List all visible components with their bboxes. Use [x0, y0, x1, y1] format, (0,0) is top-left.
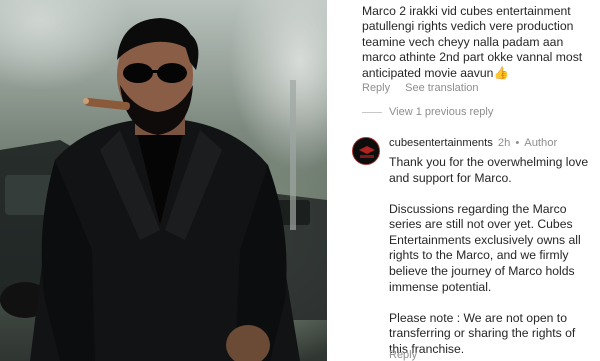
top-comment-text: Marco 2 irakki vid cubes entertainment p… — [362, 4, 583, 80]
author-reply-button[interactable]: Reply — [389, 349, 417, 361]
author-badge: Author — [524, 137, 558, 149]
man-in-black-suit-illustration — [0, 18, 327, 361]
reply-time: 2h — [497, 137, 511, 149]
view-previous-replies-button[interactable]: View 1 previous reply — [362, 106, 493, 118]
comments-panel: Marco 2 irakki vid cubes entertainment p… — [327, 0, 600, 361]
reply-paragraph: Thank you for the overwhelming love and … — [389, 155, 589, 185]
reply-button[interactable]: Reply — [362, 82, 390, 94]
see-translation-button[interactable]: See translation — [405, 82, 478, 94]
top-comment-actions: Reply See translation — [362, 82, 479, 94]
reply-paragraph: Please note : We are not open to transfe… — [389, 310, 576, 356]
view-previous-label: View 1 previous reply — [389, 106, 494, 118]
meta-separator: • — [515, 137, 520, 149]
author-reply-header: cubesentertainments 2h • Author — [389, 137, 557, 149]
divider-line — [362, 111, 382, 113]
movie-still-photo — [0, 0, 327, 361]
author-reply-text: Thank you for the overwhelming love and … — [389, 155, 595, 361]
cubes-logo-icon — [353, 138, 379, 164]
author-username[interactable]: cubesentertainments — [389, 137, 493, 149]
avatar[interactable] — [352, 137, 380, 165]
reply-paragraph: Discussions regarding the Marco series a… — [389, 201, 581, 294]
